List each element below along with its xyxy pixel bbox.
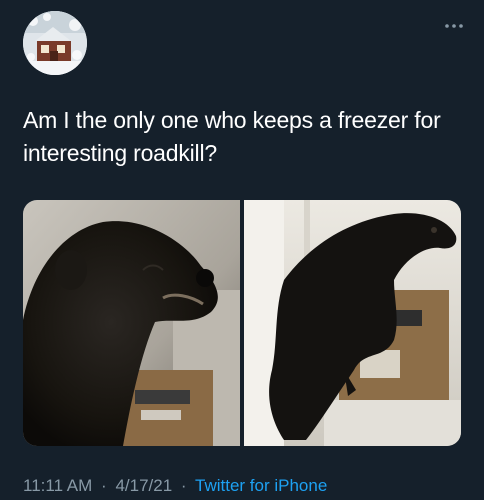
tweet-photo-1[interactable] [23,200,240,446]
more-options-button[interactable] [442,18,466,34]
more-horizontal-icon [445,24,463,28]
tweet-time[interactable]: 11:11 AM [23,476,92,495]
tweet-media [23,200,461,446]
fisher-in-freezer-photo [244,200,461,446]
tweet-source-link[interactable]: Twitter for iPhone [195,476,327,495]
avatar-image [23,11,87,75]
tweet-text: Am I the only one who keeps a freezer fo… [23,107,441,166]
tweet-date[interactable]: 4/17/21 [115,476,172,495]
avatar[interactable] [23,11,87,75]
meta-separator: · [101,476,107,495]
tweet-meta: 11:11 AM · 4/17/21 · Twitter for iPhone [23,475,327,497]
meta-separator: · [180,476,187,495]
tweet-photo-2[interactable] [244,200,461,446]
fisher-head-photo [23,200,240,446]
